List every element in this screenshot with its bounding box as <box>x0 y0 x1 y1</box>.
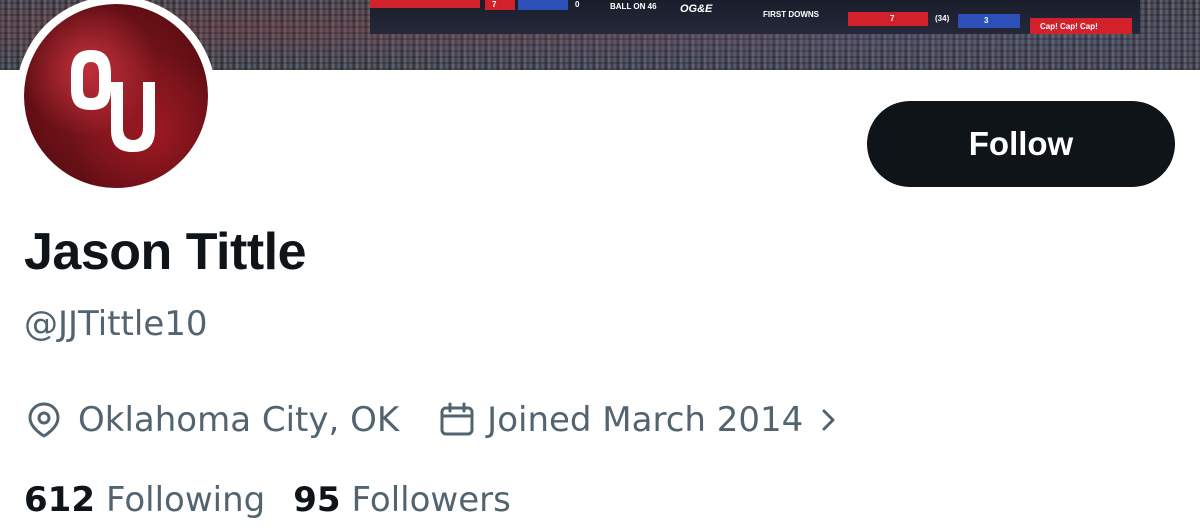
follow-button[interactable]: Follow <box>867 101 1175 187</box>
joined-text: Joined March 2014 <box>487 400 804 440</box>
location-text: Oklahoma City, OK <box>78 400 400 440</box>
scoreboard-away-team: (34) <box>935 14 950 23</box>
stadium-scoreboard: 7 0 BALL ON 46 OG&E FIRST DOWNS 7 (34) 3… <box>370 0 1140 34</box>
user-handle: @JJTittle10 <box>24 304 208 344</box>
following-link[interactable]: 612 Following <box>24 480 265 520</box>
followers-label: Followers <box>351 480 511 520</box>
followers-link[interactable]: 95 Followers <box>293 480 511 520</box>
following-label: Following <box>105 480 266 520</box>
location-pin-icon <box>24 400 64 440</box>
scoreboard-first-downs-home: 7 <box>890 14 895 23</box>
joined-item[interactable]: Joined March 2014 <box>437 400 839 440</box>
scoreboard-ball-on: BALL ON 46 <box>610 2 657 11</box>
calendar-icon <box>437 400 477 440</box>
scoreboard-ads: Cap! Cap! Cap! <box>1040 22 1098 31</box>
profile-avatar[interactable] <box>16 0 216 196</box>
ou-logo <box>24 4 208 188</box>
ou-logo-icon <box>71 50 155 152</box>
scoreboard-first-downs-away: 3 <box>984 16 989 25</box>
scoreboard-first-downs: FIRST DOWNS <box>763 10 819 19</box>
location-item: Oklahoma City, OK <box>24 400 399 440</box>
scoreboard-score: 7 <box>492 0 497 9</box>
following-count: 612 <box>24 480 95 520</box>
followers-count: 95 <box>293 480 341 520</box>
scoreboard-sponsor: OG&E <box>680 3 713 15</box>
display-name: Jason Tittle <box>24 223 307 281</box>
follow-stats: 612 Following 95 Followers <box>24 478 511 522</box>
chevron-right-icon[interactable] <box>819 406 839 434</box>
profile-meta: Oklahoma City, OK Joined March 2014 <box>24 396 839 444</box>
scoreboard-score: 0 <box>575 0 580 9</box>
